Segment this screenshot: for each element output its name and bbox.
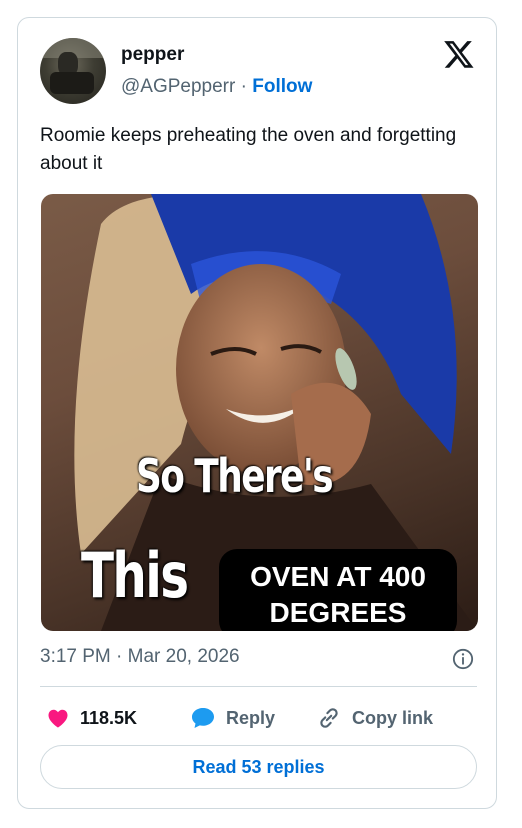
meme-box-line1: OVEN AT 400 bbox=[250, 561, 426, 592]
like-button[interactable]: 118.5K bbox=[46, 704, 137, 732]
handle-separator: · bbox=[240, 76, 247, 97]
like-count: 118.5K bbox=[80, 707, 138, 728]
meme-caption-line1: So There's bbox=[136, 449, 334, 503]
author-name[interactable]: pepper bbox=[121, 44, 184, 66]
copy-link-button[interactable]: Copy link bbox=[316, 704, 433, 732]
follow-link[interactable]: Follow bbox=[252, 76, 312, 97]
date-separator: · bbox=[116, 646, 123, 667]
author-handle-row: @AGPepperr · Follow bbox=[121, 76, 312, 98]
tweet-text: Roomie keeps preheating the oven and for… bbox=[40, 125, 457, 174]
avatar[interactable] bbox=[40, 38, 106, 104]
tweet-timestamp[interactable]: 3:17 PM · Mar 20, 2026 bbox=[40, 646, 240, 668]
tweet-media-image[interactable]: So There's This OVEN AT 400 DEGREES bbox=[41, 194, 478, 631]
info-icon[interactable] bbox=[452, 648, 474, 670]
meme-caption-line2: This bbox=[81, 539, 189, 612]
heart-icon bbox=[48, 709, 68, 728]
meme-overlay-text: OVEN AT 400 DEGREES bbox=[219, 549, 457, 631]
tweet-time: 3:17 PM bbox=[40, 646, 111, 667]
meme-box-line2: DEGREES bbox=[269, 597, 407, 628]
copy-link-label: Copy link bbox=[352, 707, 434, 728]
reply-button[interactable]: Reply bbox=[190, 704, 275, 732]
divider bbox=[40, 686, 477, 687]
read-replies-button[interactable]: Read 53 replies bbox=[40, 745, 477, 789]
embedded-tweet-card: pepper @AGPepperr · Follow Roomie keeps … bbox=[17, 17, 497, 809]
reply-label: Reply bbox=[226, 707, 276, 728]
link-icon bbox=[320, 708, 338, 728]
tweet-date: Mar 20, 2026 bbox=[127, 646, 240, 667]
x-logo-icon[interactable] bbox=[442, 38, 476, 70]
reply-bubble-icon bbox=[192, 708, 214, 728]
author-handle[interactable]: @AGPepperr bbox=[121, 76, 235, 97]
